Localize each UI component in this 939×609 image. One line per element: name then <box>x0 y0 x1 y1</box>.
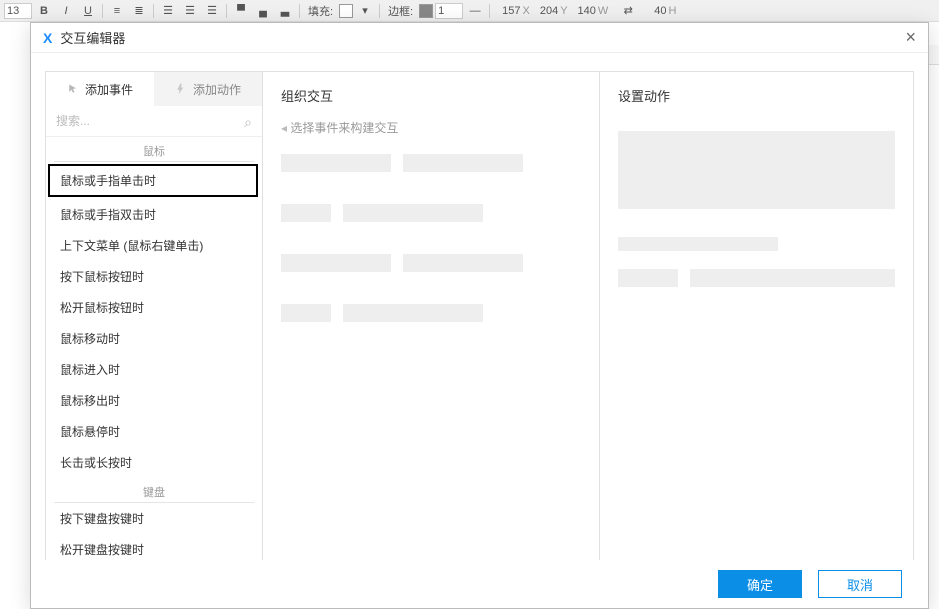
h-label: H <box>669 5 677 17</box>
event-list: 鼠标 鼠标或手指单击时 鼠标或手指双击时 上下文菜单 (鼠标右键单击) 按下鼠标… <box>46 137 262 560</box>
event-mouse-dblclick[interactable]: 鼠标或手指双击时 <box>46 199 262 230</box>
cursor-icon <box>67 83 79 95</box>
group-keyboard-header: 键盘 <box>54 478 254 503</box>
search-icon: ⌕ <box>244 114 252 131</box>
ok-button[interactable]: 确定 <box>718 570 802 598</box>
organize-title: 组织交互 <box>281 86 581 105</box>
font-size-field[interactable]: 13 <box>4 3 32 19</box>
action-settings-title: 设置动作 <box>618 86 895 105</box>
tab-add-event-label: 添加事件 <box>85 81 133 98</box>
cancel-button[interactable]: 取消 <box>818 570 902 598</box>
align-middle-button[interactable]: ▄ <box>253 2 273 20</box>
y-label: Y <box>560 5 567 17</box>
x-value: 157 <box>502 5 520 17</box>
align-center-button[interactable]: ☰ <box>180 2 200 20</box>
event-key-down[interactable]: 按下键盘按键时 <box>46 503 262 534</box>
align-top-button[interactable]: ▀ <box>231 2 251 20</box>
close-button[interactable]: × <box>905 27 916 48</box>
tab-add-action[interactable]: 添加动作 <box>154 72 262 106</box>
format-toolbar: 13 B I U ≡ ≣ ☰ ☰ ☰ ▀ ▄ ▃ 填充: ▾ 边框: 1 — 1… <box>0 0 939 22</box>
events-panel: 添加事件 添加动作 ⌕ 鼠标 鼠标或手指单击时 鼠标或手指双击时 上下文菜单 (… <box>45 71 263 560</box>
event-mouse-enter[interactable]: 鼠标进入时 <box>46 354 262 385</box>
align-left-button[interactable]: ☰ <box>158 2 178 20</box>
h-value: 40 <box>654 5 666 17</box>
align-bottom-button[interactable]: ▃ <box>275 2 295 20</box>
number-list-button[interactable]: ≣ <box>129 2 149 20</box>
group-mouse-header: 鼠标 <box>54 137 254 162</box>
font-size-value: 13 <box>7 5 19 17</box>
panel-tabs: 添加事件 添加动作 <box>46 72 262 106</box>
x-label: X <box>522 5 529 17</box>
lock-icon[interactable]: ⇄ <box>618 2 638 20</box>
line-style-button[interactable]: — <box>465 2 485 20</box>
axure-logo-icon: X <box>43 30 52 46</box>
event-mouse-down[interactable]: 按下鼠标按钮时 <box>46 261 262 292</box>
event-mouse-hover[interactable]: 鼠标悬停时 <box>46 416 262 447</box>
fill-label: 填充: <box>304 3 337 19</box>
underline-button[interactable]: U <box>78 2 98 20</box>
event-mouse-move[interactable]: 鼠标移动时 <box>46 323 262 354</box>
action-settings-panel: 设置动作 <box>600 71 914 560</box>
italic-button[interactable]: I <box>56 2 76 20</box>
dialog-footer: 确定 取消 <box>31 560 928 608</box>
interaction-editor-dialog: X 交互编辑器 × 添加事件 添加动作 ⌕ 鼠标 鼠标或手 <box>30 22 929 609</box>
event-mouse-click[interactable]: 鼠标或手指单击时 <box>48 164 258 197</box>
tab-add-event[interactable]: 添加事件 <box>46 72 154 106</box>
w-label: W <box>598 5 608 17</box>
event-mouse-leave[interactable]: 鼠标移出时 <box>46 385 262 416</box>
align-right-button[interactable]: ☰ <box>202 2 222 20</box>
border-swatch[interactable] <box>419 4 433 18</box>
lightning-icon <box>175 83 187 95</box>
border-width-field[interactable]: 1 <box>435 3 463 19</box>
event-key-up[interactable]: 松开键盘按键时 <box>46 534 262 560</box>
tab-add-action-label: 添加动作 <box>193 81 241 98</box>
bold-button[interactable]: B <box>34 2 54 20</box>
w-value: 140 <box>578 5 596 17</box>
dialog-header: X 交互编辑器 × <box>31 23 928 53</box>
fill-dropdown-icon[interactable]: ▾ <box>355 2 375 20</box>
event-long-press[interactable]: 长击或长按时 <box>46 447 262 478</box>
organize-hint: 选择事件来构建交互 <box>281 119 581 136</box>
organize-panel: 组织交互 选择事件来构建交互 <box>263 71 600 560</box>
dialog-title: 交互编辑器 <box>60 28 125 47</box>
fill-swatch[interactable] <box>339 4 353 18</box>
event-context-menu[interactable]: 上下文菜单 (鼠标右键单击) <box>46 230 262 261</box>
border-label: 边框: <box>384 3 417 19</box>
search-row: ⌕ <box>46 106 262 137</box>
search-input[interactable] <box>52 110 256 132</box>
y-value: 204 <box>540 5 558 17</box>
event-mouse-up[interactable]: 松开鼠标按钮时 <box>46 292 262 323</box>
bullet-list-button[interactable]: ≡ <box>107 2 127 20</box>
